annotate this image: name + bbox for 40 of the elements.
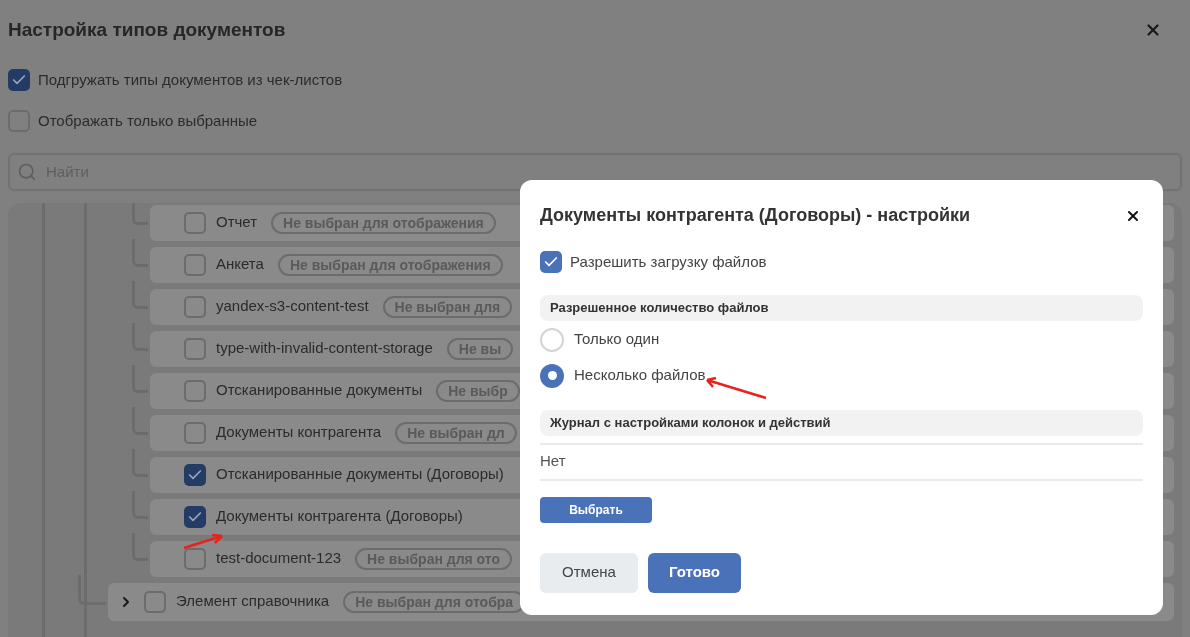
- cancel-button[interactable]: Отмена: [540, 552, 638, 593]
- value-field: Нет: [540, 442, 1143, 481]
- row-label: Отсканированные документы (Договоры): [216, 464, 504, 485]
- checkbox[interactable]: [184, 547, 206, 570]
- select-button[interactable]: Выбрать: [540, 496, 652, 523]
- checkbox[interactable]: [184, 421, 206, 444]
- radio-label: Только один: [574, 329, 660, 350]
- checkbox[interactable]: [184, 211, 206, 234]
- radio-button[interactable]: [540, 363, 564, 388]
- window-title: Настройка типов документов: [8, 18, 286, 42]
- annotation-arrow: [704, 376, 768, 400]
- dialog-title: Документы контрагента (Договоры) - настройки: [540, 204, 971, 227]
- row-label: Отсканированные документы: [216, 380, 423, 401]
- checkbox-label: Разрешить загрузку файлов: [570, 252, 767, 272]
- section-heading: Журнал с настройками колонок и действий: [540, 409, 1143, 436]
- search-icon: [17, 161, 37, 182]
- section-heading: Разрешенное количество файлов: [540, 294, 1143, 321]
- row-label: Анкета: [216, 254, 264, 275]
- row-label: Отчет: [216, 212, 258, 233]
- radio-label: Несколько файлов: [574, 365, 706, 386]
- checkbox[interactable]: [184, 505, 206, 528]
- checkbox[interactable]: [540, 251, 562, 274]
- row-label: yandex-s3-content-test: [216, 296, 369, 317]
- checkbox-label: Отображать только выбранные: [38, 111, 258, 131]
- checkbox[interactable]: [184, 295, 206, 318]
- row-label: Документы контрагента: [216, 422, 382, 443]
- row-label: type-with-invalid-content-storage: [216, 338, 433, 359]
- checkbox[interactable]: [184, 463, 206, 486]
- checkbox[interactable]: [184, 379, 206, 402]
- checkbox-label: Подгружать типы документов из чек-листов: [38, 69, 343, 90]
- checkbox[interactable]: [184, 253, 206, 276]
- done-button[interactable]: Готово: [648, 552, 741, 593]
- row-label: Документы контрагента (Договоры): [216, 506, 463, 527]
- annotation-arrow: [182, 532, 226, 550]
- row-label: Элемент справочника: [176, 591, 330, 612]
- row-label: test-document-123: [216, 548, 342, 569]
- checkbox[interactable]: [184, 337, 206, 360]
- radio-button[interactable]: [540, 327, 564, 352]
- checkbox[interactable]: [144, 590, 166, 613]
- checkbox[interactable]: [8, 68, 30, 91]
